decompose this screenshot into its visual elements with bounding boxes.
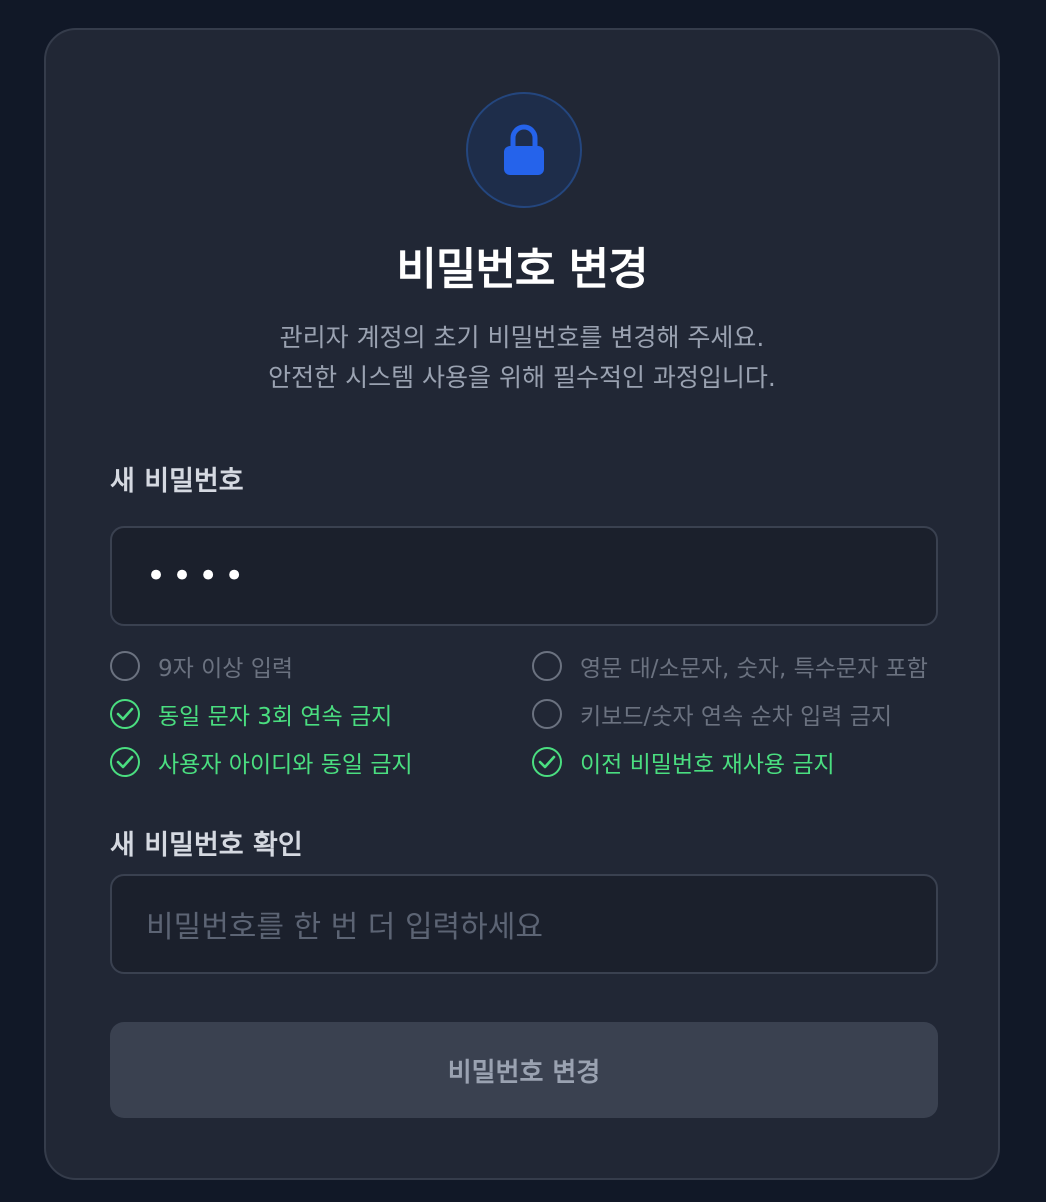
rule-not-username: 사용자 아이디와 동일 금지: [110, 742, 413, 782]
rule-label: 이전 비밀번호 재사용 금지: [580, 752, 835, 778]
confirm-password-input[interactable]: 비밀번호를 한 번 더 입력하세요: [110, 874, 938, 974]
rule-label: 동일 문자 3회 연속 금지: [158, 704, 393, 730]
subtitle-line-2: 안전한 시스템 사용을 위해 필수적인 과정입니다.: [268, 363, 776, 392]
rule-label: 9자 이상 입력: [158, 656, 294, 682]
lock-icon: [504, 124, 544, 175]
rule-min-length: 9자 이상 입력: [110, 646, 293, 686]
check-circle-icon: [110, 747, 140, 777]
change-password-button[interactable]: 비밀번호 변경: [110, 1022, 938, 1118]
empty-circle-icon: [532, 699, 562, 729]
password-change-card: 비밀번호 변경 관리자 계정의 초기 비밀번호를 변경해 주세요. 안전한 시스…: [44, 28, 1000, 1180]
check-circle-icon: [110, 699, 140, 729]
rule-no-sequence: 키보드/숫자 연속 순차 입력 금지: [532, 694, 892, 734]
rule-label: 키보드/숫자 연속 순차 입력 금지: [580, 704, 893, 730]
empty-circle-icon: [110, 651, 140, 681]
page-title: 비밀번호 변경: [396, 244, 648, 295]
check-circle-icon: [532, 747, 562, 777]
rule-no-reuse: 이전 비밀번호 재사용 금지: [532, 742, 835, 782]
lock-badge: [466, 92, 582, 208]
rule-char-types: 영문 대/소문자, 숫자, 특수문자 포함: [532, 646, 928, 686]
rule-label: 사용자 아이디와 동일 금지: [158, 752, 413, 778]
new-password-label: 새 비밀번호: [110, 466, 244, 497]
rule-label: 영문 대/소문자, 숫자, 특수문자 포함: [580, 656, 928, 682]
new-password-input[interactable]: ••••: [110, 526, 938, 626]
rule-no-repeat: 동일 문자 3회 연속 금지: [110, 694, 392, 734]
empty-circle-icon: [532, 651, 562, 681]
confirm-password-label: 새 비밀번호 확인: [110, 830, 303, 861]
subtitle-line-1: 관리자 계정의 초기 비밀번호를 변경해 주세요.: [279, 323, 765, 352]
